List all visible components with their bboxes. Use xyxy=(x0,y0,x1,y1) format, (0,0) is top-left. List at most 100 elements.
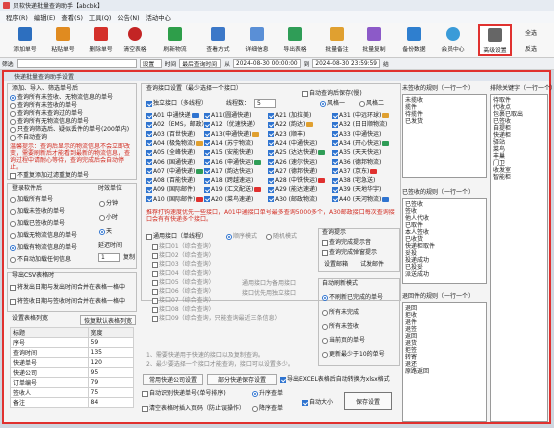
add-number-button[interactable]: 添加单号 xyxy=(10,25,40,55)
clear-table-button[interactable]: 清空表格 xyxy=(120,25,150,55)
menu-item[interactable]: 程序(R) xyxy=(3,13,31,22)
menu-item[interactable]: 公告(N) xyxy=(114,13,142,22)
api-checkbox[interactable]: A02（EMS，邮政） xyxy=(146,121,208,129)
api-checkbox[interactable]: A17 (韵达快运) xyxy=(204,168,253,176)
export-checkbox[interactable]: 将签收日期与签收时间合并在表格一格中 xyxy=(10,298,125,306)
api-checkbox[interactable]: A13(申通快递) xyxy=(204,131,260,139)
table-cell[interactable]: 135 xyxy=(87,347,135,358)
export-checkbox[interactable]: 将发出日期与发出时间合并在表格一格中 xyxy=(10,284,125,292)
api-checkbox[interactable]: A38 (宅急送) xyxy=(332,177,375,185)
api-checkbox[interactable]: A30 (邮政物流) xyxy=(268,196,317,204)
delete-number-button[interactable]: 删除单号 xyxy=(86,25,116,55)
backup-data-button[interactable]: 备份数据 xyxy=(399,25,429,55)
reset-width-button[interactable]: 恢复默认表格列宽 xyxy=(80,315,136,325)
api-checkbox[interactable]: A39 (天地华宇) xyxy=(332,186,381,194)
view-mode-button[interactable]: 查看方式 xyxy=(203,25,233,55)
table-cell[interactable]: 95 xyxy=(87,367,135,378)
api-checkbox[interactable]: A32 (日日顺物流) xyxy=(332,121,387,129)
excel-checkbox[interactable]: 导出EXCEL表格后自动转换为xlsx格式 xyxy=(280,376,390,384)
refresh-radio[interactable]: 所有未签收 xyxy=(322,323,359,331)
radio-option[interactable]: 不自动查询 xyxy=(10,134,47,142)
api-checkbox[interactable]: A12（优速快递） xyxy=(204,121,259,129)
api-checkbox[interactable]: A37 (京东) xyxy=(332,168,378,176)
api-checkbox[interactable]: A01 中通快递 xyxy=(146,112,199,120)
save-settings-button[interactable]: 保存设置 xyxy=(344,392,392,410)
login-radio[interactable]: 加载已签收的单号 xyxy=(10,220,65,228)
filter-select[interactable] xyxy=(16,59,137,68)
batch-note-button[interactable]: 批量备注 xyxy=(322,25,352,55)
api-checkbox[interactable]: A36 (德邦物流) xyxy=(332,159,381,167)
desc-radio[interactable]: 降序查单 xyxy=(252,405,283,413)
api-checkbox[interactable]: A34 (开心快运) xyxy=(332,140,390,148)
general-api-item[interactable]: 接口06（综合查询） xyxy=(152,288,215,296)
invert-select-button[interactable]: 反选 xyxy=(525,44,537,53)
signed-rules-list[interactable]: 已签收 签收 他人代收 已取件 本人签收 已收货 快递柜取件 妥投 投递成功 已… xyxy=(402,198,487,284)
details-button[interactable]: 详细信息 xyxy=(242,25,272,55)
batch-copy-button[interactable]: 批量复制 xyxy=(359,25,389,55)
api-checkbox[interactable]: A22 (韵达) xyxy=(268,121,314,129)
api-checkbox[interactable]: A19 (汇文配送) xyxy=(204,186,262,194)
hint-checkbox[interactable]: 查询完成提示音 xyxy=(322,239,371,247)
menu-item[interactable]: 活动中心 xyxy=(143,13,174,22)
api-checkbox[interactable]: A07 (中通快递) xyxy=(146,168,204,176)
general-api-item[interactable]: 接口05（综合查询） xyxy=(152,279,215,287)
api-checkbox[interactable]: A06 (国通快递) xyxy=(146,159,195,167)
refresh-radio[interactable]: 当前页的单号 xyxy=(322,337,365,345)
api-checkbox[interactable]: A11(圆通快递) xyxy=(204,112,251,120)
partial-save-button[interactable]: 部分快递保存设置 xyxy=(207,374,277,385)
radio-option[interactable]: 查询所有未签收的单号 xyxy=(10,102,77,110)
auto-detect-checkbox[interactable]: 自动识别快递单号(单号排序) xyxy=(142,390,226,398)
api-checkbox[interactable]: A40 (天河物流) xyxy=(332,196,390,204)
login-radio[interactable]: 加载未签收的单号 xyxy=(10,208,65,216)
asc-radio[interactable]: 升序查单 xyxy=(252,390,283,398)
to-datetime-input[interactable]: 2024-08-30 23:59:59 xyxy=(312,59,380,68)
menu-item[interactable]: 编辑(E) xyxy=(31,13,59,22)
clear-insert-checkbox[interactable]: 清空表格时插入页码（防止误操作） xyxy=(142,405,245,413)
api-checkbox[interactable]: A08 (百能快递) xyxy=(146,177,195,185)
general-radio[interactable]: 顺序模式 xyxy=(226,233,257,241)
api-checkbox[interactable]: A24 (中通快运) xyxy=(268,140,317,148)
table-cell[interactable]: 75 xyxy=(87,387,135,398)
general-api-item[interactable]: 接口08（综合查询） xyxy=(152,306,215,314)
api-checkbox[interactable]: A27 (德邦快递) xyxy=(268,168,317,176)
api-checkbox[interactable]: A23 (顺丰) xyxy=(268,131,305,139)
refresh-radio[interactable]: 所有未完成 xyxy=(322,309,359,317)
timer-radio[interactable]: 天 xyxy=(99,228,112,236)
dedupe-checkbox[interactable]: 不重复添加过滤重复的单号 xyxy=(10,172,89,180)
threads-input[interactable]: 5 xyxy=(254,99,276,108)
member-center-button[interactable]: 会员中心 xyxy=(438,25,468,55)
login-radio[interactable]: 加载有物流信息的单号 xyxy=(10,244,77,252)
api-checkbox[interactable]: A09 (国际邮件) xyxy=(146,186,195,194)
api-checkbox[interactable]: A10 (国际邮件) xyxy=(146,196,204,204)
api-checkbox[interactable]: A16 (申通快运) xyxy=(204,159,262,167)
select-all-button[interactable]: 全选 xyxy=(525,28,537,37)
timer-radio[interactable]: 分钟 xyxy=(99,200,118,208)
delay-input[interactable]: 1 xyxy=(98,253,120,262)
common-courier-button[interactable]: 常用快递公司设置 xyxy=(143,374,203,385)
style-radio[interactable]: 风格二 xyxy=(359,100,384,108)
auto-save-checkbox[interactable]: 自动查询后保存(慢) xyxy=(302,90,362,98)
api-checkbox[interactable]: A05 (全峰快递) xyxy=(146,149,195,157)
api-checkbox[interactable]: A31 (中远环球) xyxy=(332,112,390,120)
hint-checkbox[interactable]: 查询完成弹窗提示 xyxy=(322,249,377,257)
api-checkbox[interactable]: A29 (能达速递) xyxy=(268,186,317,194)
table-cell[interactable]: 120 xyxy=(87,357,135,368)
general-api-item[interactable]: 接口04（综合查询） xyxy=(152,270,215,278)
time-field-select[interactable]: 最后查询时间 xyxy=(179,59,222,68)
from-datetime-input[interactable]: 2024-08-30 00:00:00 xyxy=(233,59,301,68)
menu-item[interactable]: 查看(S) xyxy=(58,13,86,22)
general-api-item[interactable]: 接口01（综合查询） xyxy=(152,243,215,251)
refresh-radio[interactable]: 不刷新已完成的单号 xyxy=(322,294,383,302)
general-api-item[interactable]: 接口02（综合查询） xyxy=(152,252,215,260)
table-cell[interactable]: 84 xyxy=(87,397,135,408)
radio-option[interactable]: 查询所有未查询过的单号 xyxy=(10,110,83,118)
return-rules-list[interactable]: 退回 拒收 退件 退签 返回 退货 拒签 转寄 退还 原路返回 xyxy=(402,302,487,422)
general-api-item[interactable]: 接口09（综合查询，只能查询最近三条信息） xyxy=(152,315,281,323)
auto-size-checkbox[interactable]: 自动大小 xyxy=(302,399,333,407)
api-checkbox[interactable]: A26 (速尔快运) xyxy=(268,159,317,167)
table-cell[interactable]: 79 xyxy=(87,377,135,388)
style-radio[interactable]: 风格一 xyxy=(320,100,345,108)
api-checkbox[interactable]: A14 (苏宁物流) xyxy=(204,140,253,148)
keyword-rules-list[interactable]: 待取件 代收点 包裹已取出 已签收 自提柜 快递柜 驿站 菜鸟 丰巢 门卫 收发… xyxy=(490,94,548,422)
test-email-button[interactable]: 试发邮件 xyxy=(360,261,384,269)
